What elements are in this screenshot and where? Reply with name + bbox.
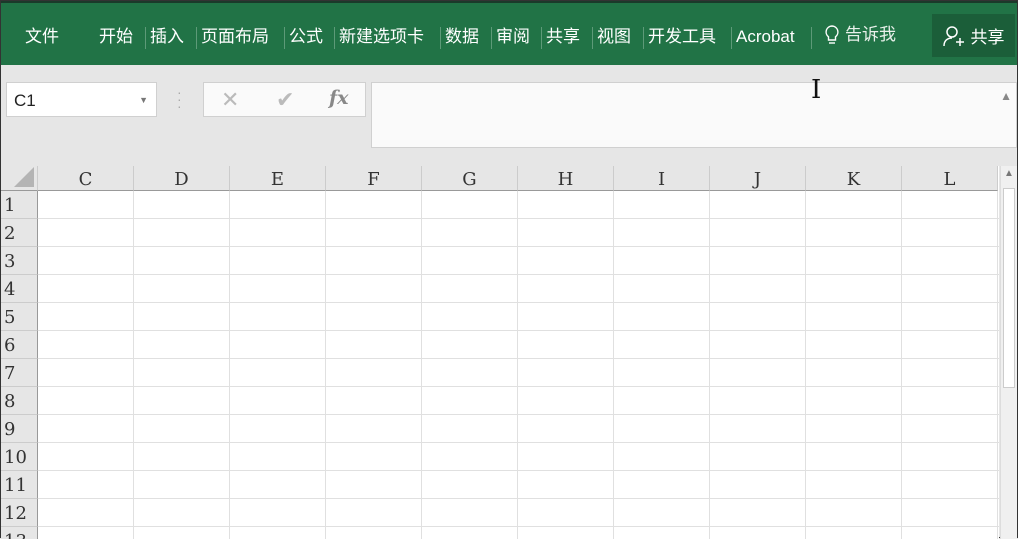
grid-line: [38, 470, 999, 471]
add-person-icon: [942, 25, 964, 46]
grid-line: [517, 191, 518, 539]
scroll-thumb[interactable]: [1003, 188, 1015, 388]
tab-separator: [592, 27, 593, 49]
row-header[interactable]: 4: [1, 275, 38, 303]
ribbon-tab[interactable]: 插入: [150, 25, 184, 49]
grid-line: [805, 191, 806, 539]
ribbon-tab[interactable]: 文件: [25, 25, 59, 49]
tab-separator: [541, 27, 542, 49]
tab-separator: [811, 27, 812, 49]
column-header[interactable]: J: [710, 166, 806, 191]
tab-separator: [334, 27, 335, 49]
select-all-button[interactable]: [1, 166, 38, 191]
column-header[interactable]: F: [326, 166, 422, 191]
cancel-icon[interactable]: ✕: [221, 87, 239, 113]
grid-line: [38, 330, 999, 331]
grid-line: [325, 191, 326, 539]
ribbon-tab[interactable]: Acrobat: [736, 25, 795, 49]
scroll-up-icon[interactable]: ▲: [1004, 168, 1014, 179]
ribbon-tab[interactable]: 页面布局: [201, 25, 269, 49]
tell-me-label: 告诉我: [845, 25, 896, 44]
row-header[interactable]: 5: [1, 303, 38, 331]
grid-line: [421, 191, 422, 539]
tab-separator: [284, 27, 285, 49]
grid-line: [997, 191, 998, 539]
spreadsheet-grid[interactable]: CDEFGHIJKL12345678910111213: [1, 166, 999, 539]
chevron-down-icon[interactable]: ▼: [139, 83, 148, 118]
ribbon-tab[interactable]: 视图: [597, 25, 631, 49]
tab-separator: [643, 27, 644, 49]
grid-line: [133, 191, 134, 539]
grid-line: [38, 218, 999, 219]
grid-line: [38, 386, 999, 387]
share-label: 共享: [970, 28, 1005, 47]
drag-handle-icon[interactable]: · · ·: [177, 85, 182, 113]
insert-function-icon[interactable]: fx: [329, 87, 349, 109]
row-header[interactable]: 2: [1, 219, 38, 247]
tab-separator: [440, 27, 441, 49]
row-header[interactable]: 10: [1, 443, 38, 471]
row-header[interactable]: 6: [1, 331, 38, 359]
row-header[interactable]: 3: [1, 247, 38, 275]
tab-separator: [145, 27, 146, 49]
row-header[interactable]: 9: [1, 415, 38, 443]
grid-line: [229, 191, 230, 539]
grid-line: [38, 246, 999, 247]
tab-separator: [731, 27, 732, 49]
ribbon-tab[interactable]: 审阅: [496, 25, 530, 49]
column-header[interactable]: L: [902, 166, 998, 191]
tell-me-search[interactable]: 告诉我: [823, 23, 896, 47]
name-box-value: C1: [14, 91, 36, 110]
ribbon-tab[interactable]: 公式: [289, 25, 323, 49]
row-header[interactable]: 1: [1, 191, 38, 219]
column-header[interactable]: I: [614, 166, 710, 191]
column-header[interactable]: G: [422, 166, 518, 191]
row-header[interactable]: 7: [1, 359, 38, 387]
row-header[interactable]: 13: [1, 527, 38, 539]
grid-line: [613, 191, 614, 539]
ribbon-tab[interactable]: 数据: [445, 25, 479, 49]
collapse-chevron-icon[interactable]: ▲: [1000, 89, 1012, 103]
name-box[interactable]: C1 ▼: [6, 82, 157, 117]
vertical-scrollbar[interactable]: ▲: [1000, 166, 1017, 539]
grid-line: [38, 414, 999, 415]
tab-separator: [491, 27, 492, 49]
formula-buttons: ✕ ✔ fx: [203, 82, 366, 117]
ribbon-tab[interactable]: 开始: [99, 25, 133, 49]
ribbon-tab[interactable]: 新建选项卡: [339, 25, 424, 49]
column-header[interactable]: E: [230, 166, 326, 191]
column-header[interactable]: K: [806, 166, 902, 191]
grid-line: [38, 358, 999, 359]
row-header[interactable]: 11: [1, 471, 38, 499]
row-header[interactable]: 12: [1, 499, 38, 527]
grid-line: [38, 302, 999, 303]
ribbon-tab[interactable]: 开发工具: [648, 25, 716, 49]
grid-line: [38, 274, 999, 275]
lightbulb-icon: [825, 25, 839, 44]
grid-line: [901, 191, 902, 539]
grid-line: [38, 526, 999, 527]
grid-line: [38, 442, 999, 443]
column-header[interactable]: C: [38, 166, 134, 191]
ribbon-tab[interactable]: 共享: [546, 25, 580, 49]
text-cursor-icon: I: [811, 75, 822, 105]
column-header[interactable]: D: [134, 166, 230, 191]
row-header[interactable]: 8: [1, 387, 38, 415]
grid-line: [709, 191, 710, 539]
grid-line: [38, 498, 999, 499]
share-button[interactable]: 共享: [932, 14, 1015, 57]
formula-input[interactable]: ▲: [371, 82, 1017, 148]
tab-separator: [196, 27, 197, 49]
enter-check-icon[interactable]: ✔: [276, 87, 294, 113]
column-header[interactable]: H: [518, 166, 614, 191]
